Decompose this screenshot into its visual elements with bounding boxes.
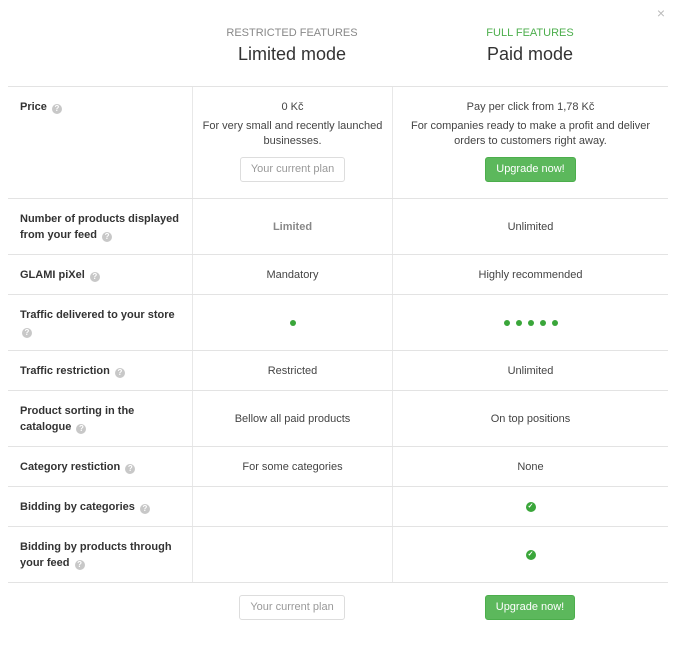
table-row-sorting: Product sorting in the catalogue ? Bello… [8,391,668,447]
table-row-traffic: Traffic delivered to your store ? [8,295,668,351]
upgrade-button[interactable]: Upgrade now! [485,157,576,182]
paid-traffic-rating [503,319,558,326]
traffic-dot-icon [503,319,510,326]
limited-plan-header: RESTRICTED FEATURES Limited mode [192,27,392,65]
traffic-dot-icon [539,319,546,326]
limited-value: Bellow all paid products [192,391,392,446]
help-icon[interactable]: ? [114,368,125,378]
limited-plan-title: Limited mode [237,44,347,64]
row-label: Product sorting in the catalogue ? [8,391,192,446]
limited-value-empty [192,487,392,526]
table-row-bidding-products: Bidding by products through your feed ? … [8,527,668,583]
limited-value: Mandatory [192,255,392,294]
help-icon[interactable]: ? [89,272,100,282]
limited-traffic-cell [192,295,392,350]
table-row-bidding-categories: Bidding by categories ? ✓ [8,487,668,527]
paid-plan-title: Paid mode [486,44,574,64]
row-label: Category restiction ? [8,447,192,486]
footer-actions: Your current plan Upgrade now! [8,595,668,620]
limited-price: 0 Kč [281,101,304,113]
help-icon[interactable]: ? [74,560,85,570]
row-label-text: Bidding by categories [20,501,135,513]
paid-traffic-cell [392,295,668,350]
traffic-dot-icon [515,319,522,326]
limited-value: Restricted [192,351,392,390]
row-label-text: Traffic delivered to your store [20,309,175,321]
table-row-products: Number of products displayed from your f… [8,199,668,255]
row-label-text: GLAMI piXel [20,269,85,281]
help-icon[interactable]: ? [139,504,150,514]
limited-price-cell: 0 Kč For very small and recently launche… [192,87,392,198]
traffic-dot-icon [527,319,534,326]
table-row-traffic-restriction: Traffic restriction ? Restricted Unlimit… [8,351,668,391]
check-icon: ✓ [525,549,536,560]
table-row-price: Price ? 0 Kč For very small and recently… [8,87,668,199]
help-icon[interactable]: ? [102,232,113,242]
paid-value: Highly recommended [392,255,668,294]
footer-upgrade-button[interactable]: Upgrade now! [484,595,576,620]
paid-price: Pay per click from 1,78 Kč [466,101,595,113]
paid-plan-header: FULL FEATURES Paid mode [392,27,668,65]
row-label-text: Number of products displayed from your f… [20,213,179,241]
table-row-pixel: GLAMI piXel ? Mandatory Highly recommend… [8,255,668,295]
limited-traffic-rating [289,319,296,326]
row-label: Bidding by categories ? [8,487,192,526]
limited-value-empty [192,527,392,582]
row-label-text: Bidding by products through your feed [20,541,172,569]
row-label-text: Traffic restriction [20,365,110,377]
paid-price-cell: Pay per click from 1,78 Kč For companies… [392,87,668,198]
help-icon[interactable]: ? [76,424,87,434]
help-icon[interactable]: ? [51,104,62,114]
paid-value: Unlimited [392,199,668,254]
traffic-dot-icon [551,319,558,326]
paid-description: For companies ready to make a profit and… [410,120,651,147]
paid-value: None [392,447,668,486]
footer-current-plan-button[interactable]: Your current plan [239,595,345,620]
help-icon[interactable]: ? [125,464,136,474]
row-label-text: Price [20,101,47,113]
row-label: Traffic restriction ? [8,351,192,390]
traffic-dot-icon [289,319,296,326]
limited-value: For some categories [192,447,392,486]
table-row-category: Category restiction ? For some categorie… [8,447,668,487]
row-label: Number of products displayed from your f… [8,199,192,254]
row-label: GLAMI piXel ? [8,255,192,294]
limited-description: For very small and recently launched bus… [202,120,383,147]
row-label: Price ? [8,87,192,198]
paid-plan-subtitle: FULL FEATURES [486,27,574,39]
help-icon[interactable]: ? [22,328,32,338]
comparison-table: Price ? 0 Kč For very small and recently… [8,86,668,583]
plans-header: RESTRICTED FEATURES Limited mode FULL FE… [0,0,676,86]
row-label: Traffic delivered to your store ? [8,295,192,350]
row-label-text: Category restiction [20,461,121,473]
limited-value: Limited [192,199,392,254]
paid-check-cell: ✓ [392,487,668,526]
row-label: Bidding by products through your feed ? [8,527,192,582]
paid-value: On top positions [392,391,668,446]
paid-check-cell: ✓ [392,527,668,582]
limited-plan-subtitle: RESTRICTED FEATURES [226,27,358,39]
paid-value: Unlimited [392,351,668,390]
current-plan-button[interactable]: Your current plan [239,157,346,182]
check-icon: ✓ [525,501,536,512]
